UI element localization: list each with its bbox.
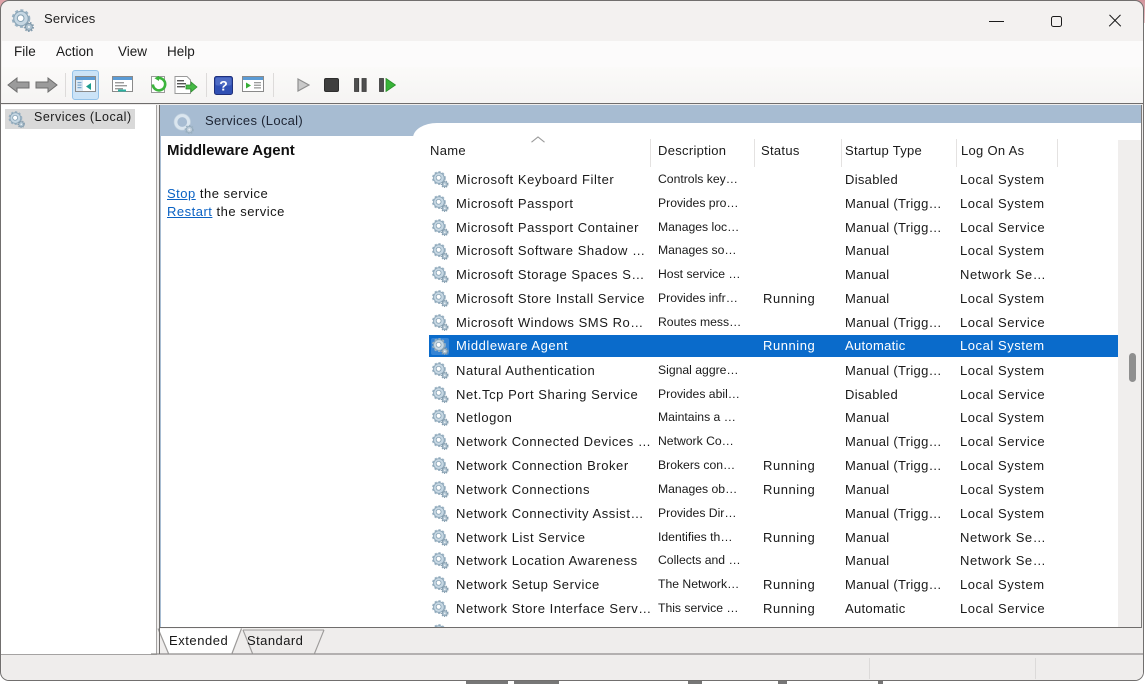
- svg-text:?: ?: [219, 78, 228, 94]
